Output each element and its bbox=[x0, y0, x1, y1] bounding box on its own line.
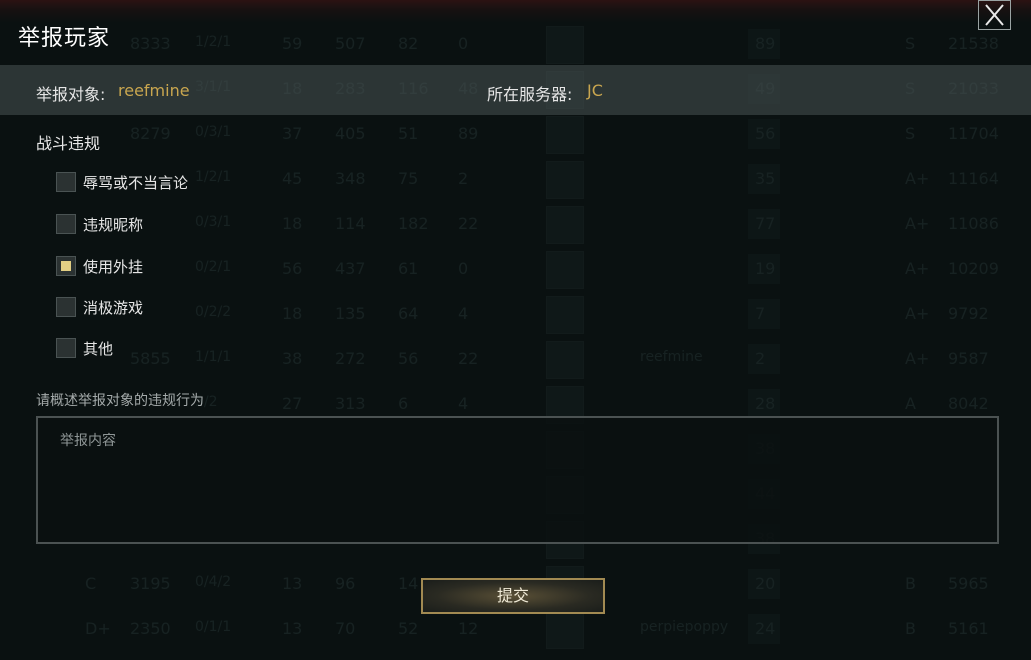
close-button[interactable] bbox=[978, 0, 1011, 30]
target-label: 举报对象: bbox=[36, 85, 106, 104]
checkbox[interactable] bbox=[56, 297, 76, 317]
section-title-combat-violation: 战斗违规 bbox=[36, 134, 101, 153]
option-label: 其他 bbox=[83, 340, 114, 358]
dialog-title: 举报玩家 bbox=[18, 26, 111, 51]
option-label: 使用外挂 bbox=[83, 258, 144, 276]
checkbox[interactable] bbox=[56, 214, 76, 234]
target-player-name: reefmine bbox=[118, 81, 190, 100]
description-label: 请概述举报对象的违规行为 bbox=[36, 393, 204, 409]
option-label: 消极游戏 bbox=[83, 299, 144, 317]
option-label: 违规昵称 bbox=[83, 216, 144, 234]
server-label: 所在服务器: bbox=[487, 85, 573, 104]
report-target-bar: 举报对象: reefmine 所在服务器: JC bbox=[0, 65, 1031, 115]
option-label: 辱骂或不当言论 bbox=[83, 174, 189, 192]
checkbox-checked[interactable] bbox=[56, 256, 76, 276]
submit-button[interactable]: 提交 bbox=[421, 578, 605, 614]
server-name: JC bbox=[587, 81, 603, 100]
close-icon bbox=[985, 4, 1004, 26]
checkbox[interactable] bbox=[56, 172, 76, 192]
report-content-input[interactable] bbox=[36, 416, 999, 544]
checkbox[interactable] bbox=[56, 338, 76, 358]
